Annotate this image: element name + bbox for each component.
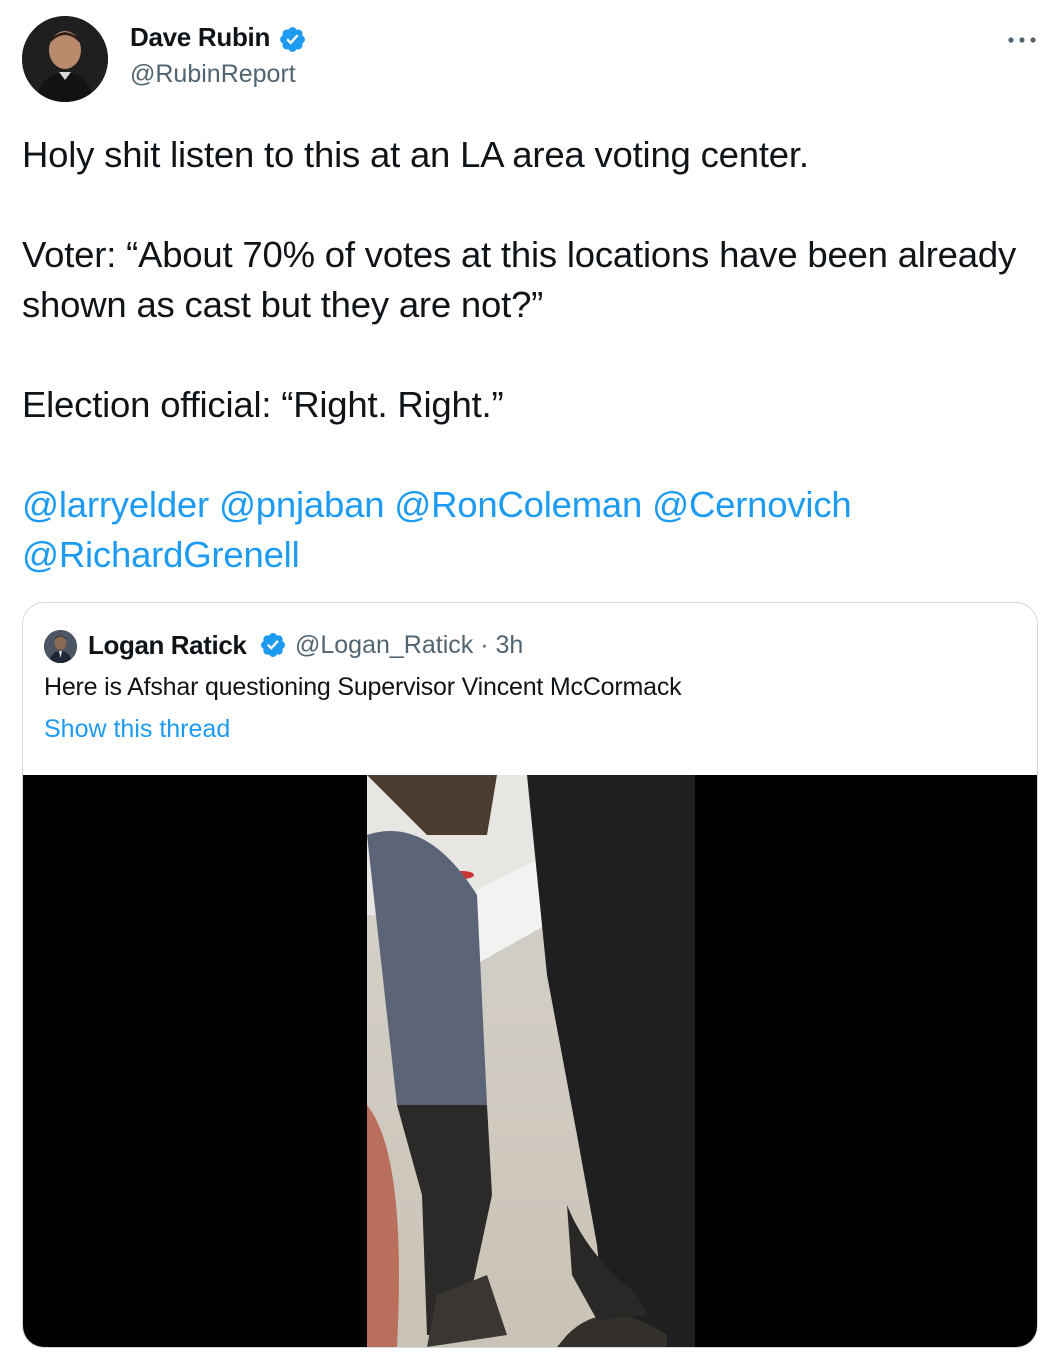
author-handle[interactable]: @RubinReport [130,60,296,89]
mention-link[interactable]: @Cernovich [652,484,852,525]
more-horizontal-icon[interactable] [1004,30,1040,50]
mention-link[interactable]: @larryelder [22,484,209,525]
avatar-photo-icon [22,16,108,102]
tweet-mentions: @larryelder @pnjaban @RonColeman @Cernov… [22,480,1037,580]
author-avatar[interactable] [22,16,108,102]
tweet-card: Dave Rubin @RubinReport Holy shit listen… [0,0,1050,1364]
quoted-author-handle-time[interactable]: @Logan_Ratick · 3h [295,631,523,660]
author-name[interactable]: Dave Rubin [130,22,270,53]
show-thread-link[interactable]: Show this thread [44,715,230,744]
quoted-author-name[interactable]: Logan Ratick [88,630,247,661]
tweet-text: Holy shit listen to this at an LA area v… [22,130,1037,580]
mention-link[interactable]: @RonColeman [394,484,642,525]
quoted-author-avatar[interactable] [44,630,77,663]
verified-badge-icon [261,633,285,657]
verified-badge-icon [280,27,305,52]
avatar-photo-icon [44,630,77,663]
quoted-tweet-text: Here is Afshar questioning Supervisor Vi… [44,673,682,701]
mention-link[interactable]: @pnjaban [219,484,385,525]
tweet-line-voter-quote: Voter: “About 70% of votes at this locat… [22,234,1017,325]
tweet-line-official-quote: Election official: “Right. Right.” [22,384,504,425]
quoted-tweet[interactable]: Logan Ratick @Logan_Ratick · 3h Here is … [22,602,1038,1348]
video-frame [367,775,695,1347]
video-player[interactable] [23,775,1037,1347]
tweet-line-intro: Holy shit listen to this at an LA area v… [22,134,809,175]
mention-link[interactable]: @RichardGrenell [22,534,300,575]
video-still-image [367,775,695,1347]
